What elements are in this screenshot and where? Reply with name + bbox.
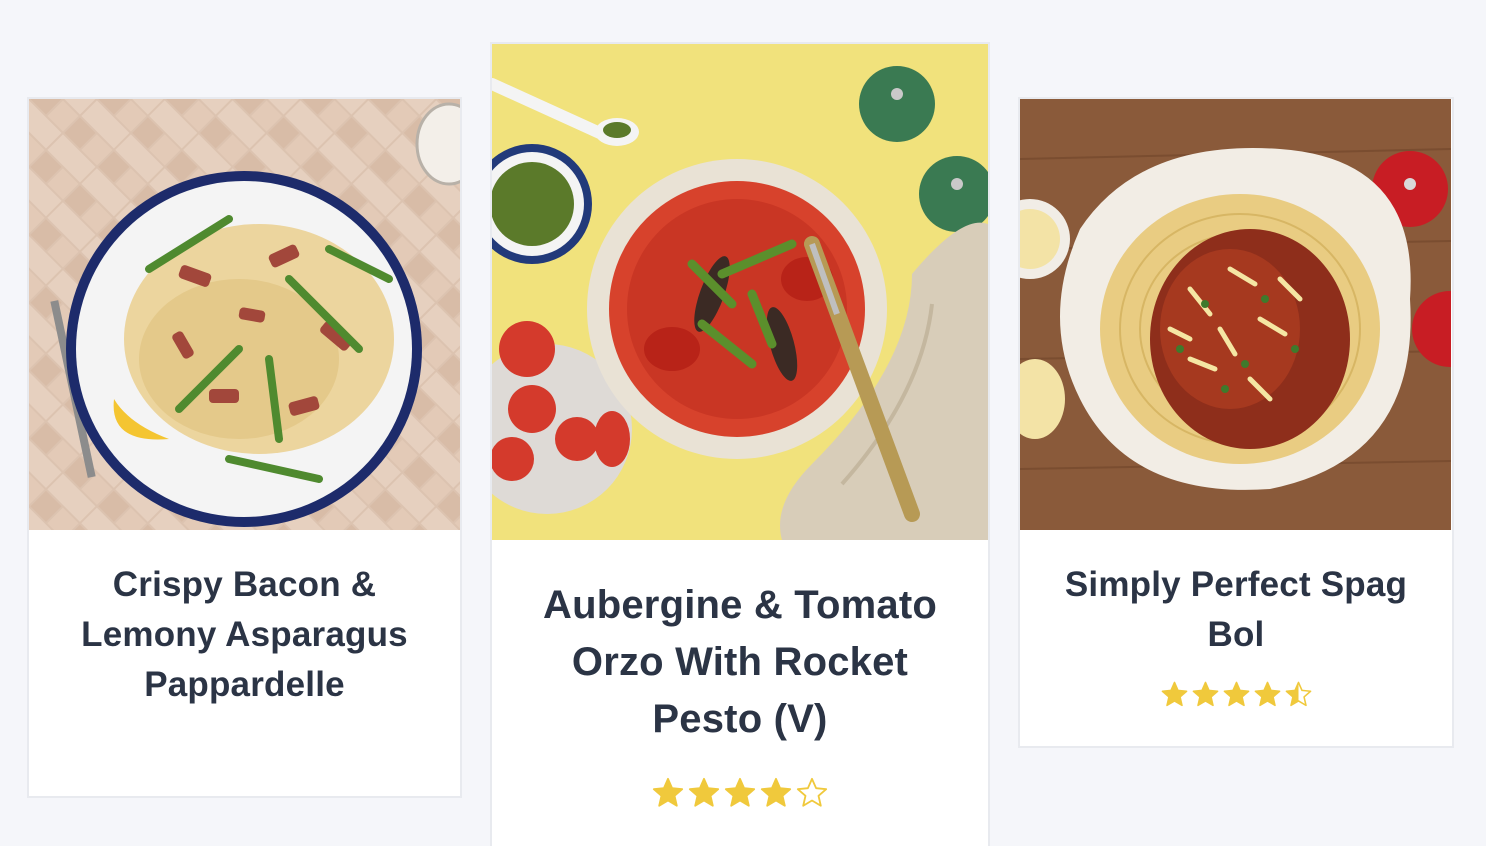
recipe-image[interactable] [1020,99,1451,530]
star-full-icon [1223,681,1249,707]
star-full-icon [1254,681,1280,707]
recipe-card-spag-bol[interactable]: Simply Perfect Spag Bol [1018,97,1454,748]
star-full-icon [1161,681,1187,707]
recipe-title[interactable]: Simply Perfect Spag Bol [1020,530,1452,660]
recipe-image[interactable] [29,99,460,530]
recipe-carousel: Crispy Bacon & Lemony Asparagus Papparde… [0,0,1486,846]
star-rating [492,776,988,810]
star-full-icon [652,777,684,807]
recipe-card-pappardelle[interactable]: Crispy Bacon & Lemony Asparagus Papparde… [27,97,462,798]
star-half-icon [1285,681,1311,707]
star-empty-icon [796,777,828,807]
star-full-icon [724,777,756,807]
star-full-icon [688,777,720,807]
recipe-title[interactable]: Crispy Bacon & Lemony Asparagus Papparde… [29,530,460,710]
recipe-title[interactable]: Aubergine & Tomato Orzo With Rocket Pest… [492,540,988,748]
star-rating [1020,680,1452,709]
star-full-icon [1192,681,1218,707]
star-full-icon [760,777,792,807]
recipe-card-orzo[interactable]: Aubergine & Tomato Orzo With Rocket Pest… [490,42,990,846]
recipe-image[interactable] [492,44,988,540]
